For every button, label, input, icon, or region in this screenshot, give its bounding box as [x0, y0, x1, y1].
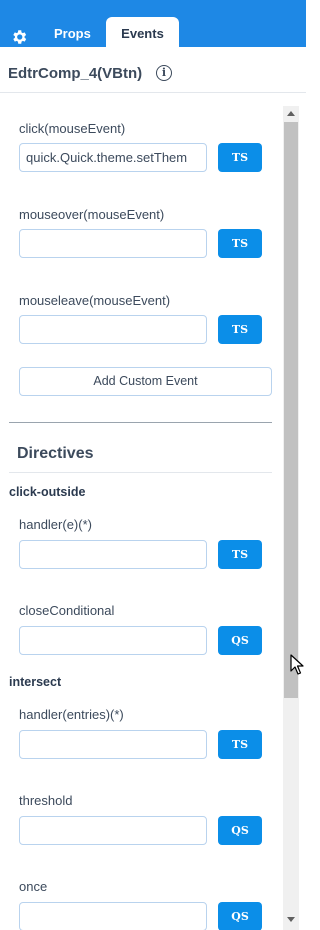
ts-button-mouseleave[interactable]: TS	[218, 315, 262, 344]
qs-button-once[interactable]: QS	[218, 902, 262, 930]
field-input-handler-entries[interactable]	[19, 730, 207, 759]
directive-click-outside: click-outside	[9, 485, 86, 499]
gear-icon[interactable]	[10, 28, 28, 46]
qs-button-close-conditional[interactable]: QS	[218, 626, 262, 655]
scroll-down-arrow-icon[interactable]	[283, 912, 299, 928]
event-label-click: click(mouseEvent)	[19, 121, 126, 136]
field-label-close-conditional: closeConditional	[19, 603, 115, 618]
directive-intersect: intersect	[9, 675, 62, 689]
top-tab-bar: Props Events	[0, 0, 306, 47]
component-header: EdtrComp_4(VBtn) i	[0, 47, 306, 93]
event-input-mouseover[interactable]	[19, 229, 207, 258]
ts-button-click[interactable]: TS	[218, 143, 262, 172]
event-label-mouseleave: mouseleave(mouseEvent)	[19, 293, 171, 308]
ts-button-handler-entries[interactable]: TS	[218, 730, 262, 759]
field-label-threshold: threshold	[19, 793, 73, 808]
event-input-click[interactable]: quick.Quick.theme.setThem	[19, 143, 207, 172]
scrollbar-thumb[interactable]	[284, 122, 298, 698]
event-input-mouseleave[interactable]	[19, 315, 207, 344]
field-label-handler-e: handler(e)(*)	[19, 517, 92, 532]
add-custom-event-button[interactable]: Add Custom Event	[19, 367, 272, 396]
tab-events[interactable]: Events	[106, 17, 179, 47]
field-label-handler-entries: handler(entries)(*)	[19, 707, 124, 722]
section-divider	[9, 422, 272, 423]
field-input-once[interactable]	[19, 902, 207, 930]
events-panel: click(mouseEvent) quick.Quick.theme.setT…	[0, 94, 282, 930]
tab-props[interactable]: Props	[54, 24, 91, 47]
field-input-threshold[interactable]	[19, 816, 207, 845]
directives-heading: Directives	[17, 445, 94, 462]
info-icon[interactable]: i	[156, 65, 172, 81]
qs-button-threshold[interactable]: QS	[218, 816, 262, 845]
ts-button-handler-e[interactable]: TS	[218, 540, 262, 569]
field-input-close-conditional[interactable]	[19, 626, 207, 655]
directives-divider	[9, 472, 272, 473]
scroll-up-arrow-icon[interactable]	[283, 106, 299, 120]
field-input-handler-e[interactable]	[19, 540, 207, 569]
field-label-once: once	[19, 879, 48, 894]
component-title: EdtrComp_4(VBtn)	[8, 65, 143, 82]
ts-button-mouseover[interactable]: TS	[218, 229, 262, 258]
mouse-cursor-icon	[290, 654, 304, 675]
event-label-mouseover: mouseover(mouseEvent)	[19, 207, 165, 222]
